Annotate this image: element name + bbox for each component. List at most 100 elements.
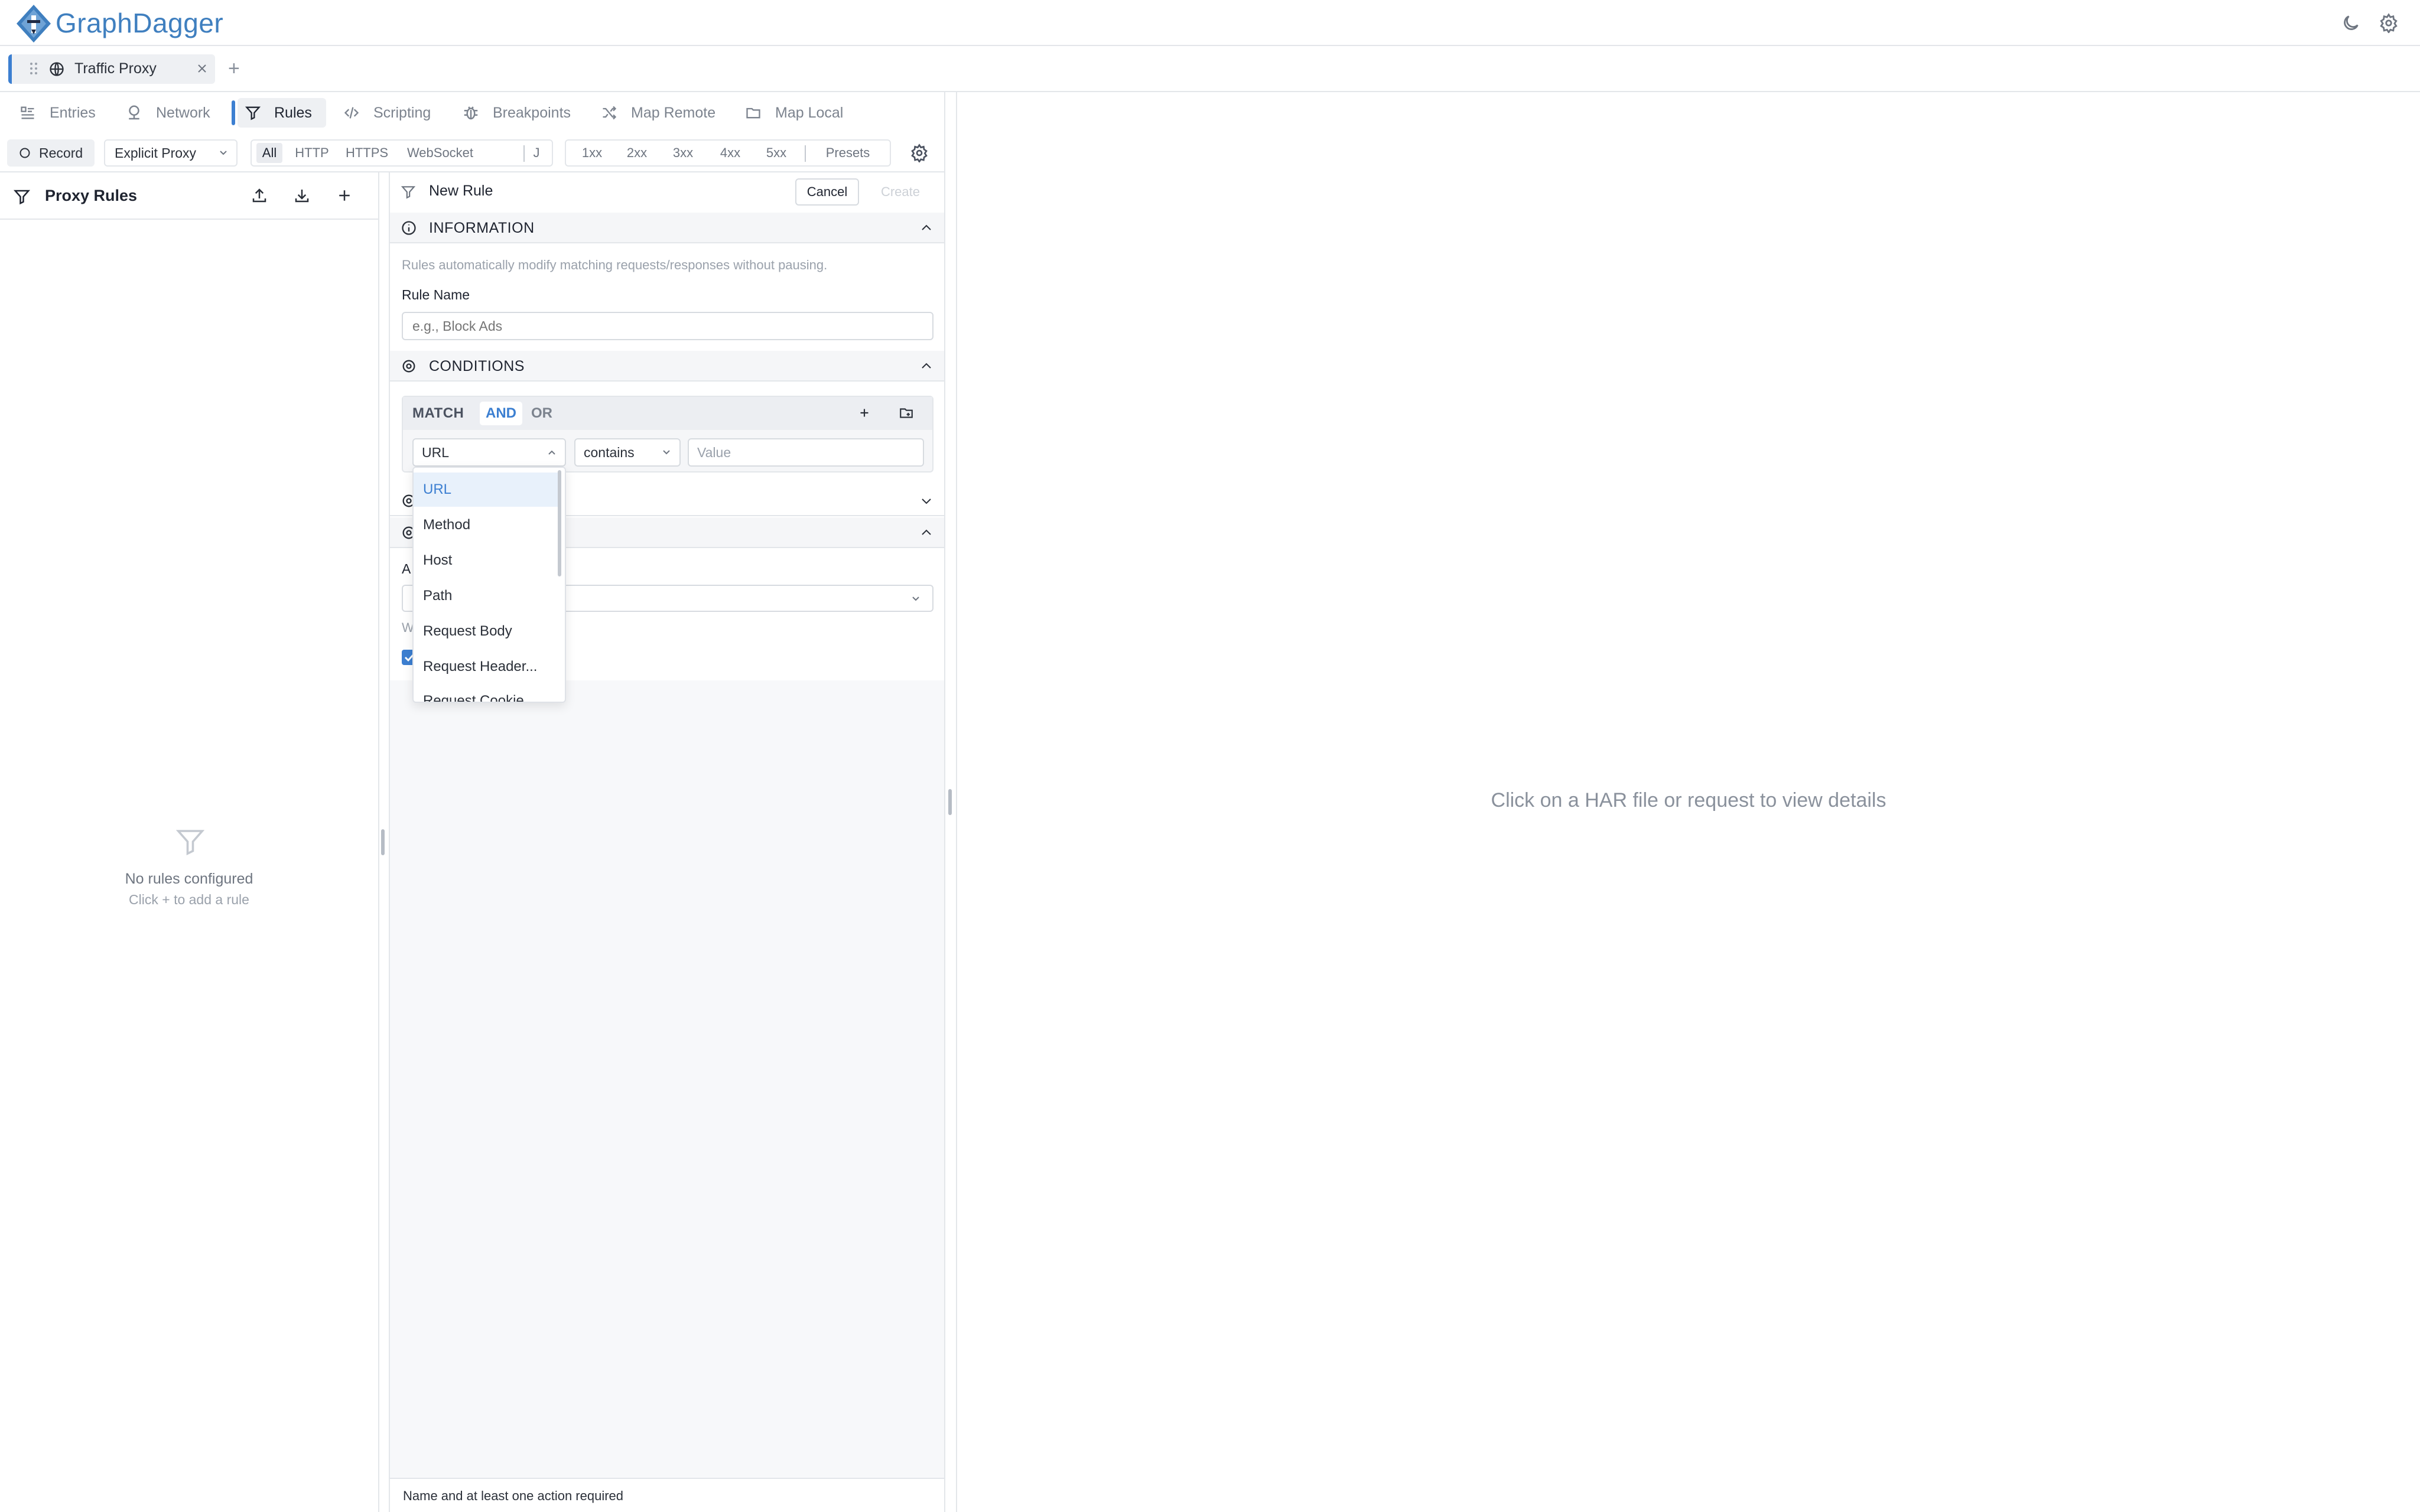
protocol-filter: All HTTP HTTPS WebSocket J: [251, 139, 553, 167]
rule-name-label: Rule Name: [402, 287, 470, 302]
proxy-mode-value: Explicit Proxy: [115, 145, 197, 161]
folder-icon: [746, 107, 760, 119]
upload-icon[interactable]: [251, 187, 269, 206]
right-resize-handle[interactable]: [948, 789, 952, 815]
protocol-websocket[interactable]: WebSocket: [402, 141, 479, 165]
chevron-up-icon[interactable]: [919, 526, 933, 540]
create-button[interactable]: Create: [869, 178, 932, 206]
chevron-up-icon: [548, 450, 555, 455]
editor-background: [390, 680, 944, 1478]
and-toggle[interactable]: AND: [480, 402, 522, 425]
funnel-icon: [401, 184, 416, 200]
status-4xx[interactable]: 4xx: [713, 141, 748, 165]
tab-entries-label: Entries: [50, 104, 96, 121]
condition-group-header: MATCH AND OR: [403, 397, 932, 430]
rule-name-input[interactable]: [402, 312, 933, 340]
cancel-button[interactable]: Cancel: [795, 178, 859, 206]
separator: [523, 145, 525, 162]
record-label: Record: [39, 145, 83, 161]
tab-rules[interactable]: Rules: [232, 98, 326, 128]
conditions-section-header[interactable]: CONDITIONS: [390, 351, 944, 382]
information-section-header[interactable]: INFORMATION: [390, 213, 944, 243]
left-panel-border: [378, 171, 379, 1512]
status-1xx[interactable]: 1xx: [574, 141, 610, 165]
tab-scripting-label: Scripting: [373, 104, 431, 121]
chevron-up-icon[interactable]: [919, 221, 933, 235]
status-5xx[interactable]: 5xx: [759, 141, 794, 165]
condition-group: MATCH AND OR URL contains Value: [402, 396, 933, 472]
theme-toggle-moon-icon[interactable]: [2341, 13, 2361, 33]
tab-network-label: Network: [156, 104, 210, 121]
dropdown-option-request-header[interactable]: Request Header...: [414, 650, 558, 684]
empty-state-hint: Click + to add a rule: [129, 892, 249, 907]
condition-operator-select[interactable]: contains: [574, 438, 681, 467]
filter-settings-gear-icon[interactable]: [910, 144, 929, 162]
status-code-filter: 1xx 2xx 3xx 4xx 5xx Presets: [565, 139, 891, 167]
chevron-down-icon[interactable]: [919, 494, 933, 508]
download-icon[interactable]: [293, 187, 312, 206]
filter-toolbar: Record Explicit Proxy All HTTP HTTPS Web…: [0, 133, 944, 172]
protocol-all[interactable]: All: [256, 143, 282, 163]
record-button[interactable]: Record: [7, 139, 95, 167]
network-icon: [129, 105, 139, 120]
close-tab-icon[interactable]: [196, 63, 208, 74]
condition-value-input[interactable]: Value: [688, 438, 924, 467]
validation-message: Name and at least one action required: [403, 1488, 624, 1503]
empty-state-title: No rules configured: [125, 871, 253, 887]
tab-scripting[interactable]: Scripting: [343, 98, 431, 128]
tab-map-remote[interactable]: Map Remote: [600, 98, 715, 128]
information-description: Rules automatically modify matching requ…: [402, 258, 828, 272]
tab-breakpoints[interactable]: Breakpoints: [462, 98, 571, 128]
code-icon: [344, 107, 359, 119]
chevron-up-icon[interactable]: [919, 359, 933, 373]
status-3xx[interactable]: 3xx: [665, 141, 701, 165]
condition-operator-value: contains: [584, 444, 635, 460]
funnel-icon: [13, 188, 32, 207]
settings-gear-icon[interactable]: [2379, 13, 2399, 33]
editor-right-border: [944, 92, 945, 1512]
drag-handle-icon[interactable]: [30, 61, 38, 76]
dropdown-option-request-body[interactable]: Request Body: [414, 614, 558, 649]
condition-field-dropdown: URL Method Host Path Request Body Reques…: [412, 467, 566, 703]
bug-icon: [464, 106, 478, 120]
condition-value-placeholder: Value: [697, 444, 731, 460]
dropdown-option-request-cookie[interactable]: Request Cookie...: [414, 684, 558, 702]
dropdown-option-path[interactable]: Path: [414, 579, 558, 613]
protocol-j[interactable]: J: [529, 141, 544, 165]
tab-entries[interactable]: Entries: [19, 98, 96, 128]
add-session-tab-button[interactable]: +: [228, 57, 240, 80]
left-resize-handle[interactable]: [381, 829, 385, 855]
chevron-down-icon: [912, 597, 919, 601]
protocol-http[interactable]: HTTP: [291, 141, 333, 165]
graphdagger-logo-icon: [14, 2, 53, 45]
dropdown-option-url[interactable]: URL: [414, 472, 558, 507]
app-header: GraphDagger: [0, 0, 2420, 46]
proxy-mode-select[interactable]: Explicit Proxy: [104, 139, 238, 167]
condition-field-value: URL: [422, 444, 450, 460]
gear-icon: [401, 358, 417, 374]
add-condition-plus-icon[interactable]: [857, 405, 872, 421]
session-tab-label: Traffic Proxy: [74, 60, 157, 77]
info-icon: [401, 220, 417, 236]
new-rule-title: New Rule: [429, 183, 493, 199]
editor-footer: Name and at least one action required: [390, 1478, 944, 1512]
proxy-rules-title: Proxy Rules: [45, 187, 138, 204]
tab-map-local[interactable]: Map Local: [744, 98, 843, 128]
status-2xx[interactable]: 2xx: [619, 141, 655, 165]
tab-network[interactable]: Network: [125, 98, 210, 128]
presets-button[interactable]: Presets: [813, 141, 883, 165]
dropdown-scrollbar[interactable]: [558, 470, 561, 576]
condition-field-select[interactable]: URL: [412, 438, 566, 467]
add-rule-plus-icon[interactable]: [336, 187, 354, 206]
tab-map-local-label: Map Local: [775, 104, 844, 121]
session-tab-traffic-proxy[interactable]: Traffic Proxy: [8, 54, 215, 84]
add-group-folder-icon[interactable]: [898, 405, 915, 421]
conditions-heading: CONDITIONS: [429, 358, 525, 374]
or-toggle[interactable]: OR: [527, 402, 557, 425]
divider: [0, 219, 378, 220]
brand-name: GraphDagger: [56, 8, 224, 38]
protocol-https[interactable]: HTTPS: [340, 141, 393, 165]
chevron-down-icon: [663, 450, 670, 455]
dropdown-option-host[interactable]: Host: [414, 543, 558, 578]
dropdown-option-method[interactable]: Method: [414, 508, 558, 542]
